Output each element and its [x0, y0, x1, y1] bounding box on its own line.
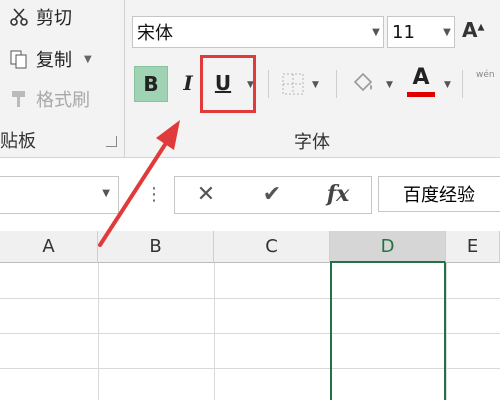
format-painter-icon [8, 88, 30, 110]
font-size-combobox[interactable]: 11 ▼ [387, 16, 455, 48]
insert-function-button[interactable]: fx [322, 178, 354, 210]
font-color-dropdown-arrow[interactable]: ▼ [444, 80, 451, 90]
enter-button[interactable]: ✔ [256, 178, 288, 210]
fill-color-button[interactable] [350, 70, 376, 102]
cancel-button[interactable]: ✕ [190, 178, 222, 210]
chevron-down-icon[interactable]: ▼ [102, 188, 110, 199]
grid-line [98, 263, 99, 400]
selected-column-d[interactable] [330, 263, 446, 400]
toolbar-divider [268, 70, 269, 98]
grow-font-button[interactable]: A▲ [462, 18, 484, 42]
border-button[interactable] [281, 72, 305, 100]
fill-color-icon [350, 72, 376, 102]
name-box[interactable]: ▼ [0, 176, 119, 214]
column-header-e[interactable]: E [446, 231, 500, 263]
cut-label: 剪切 [36, 8, 72, 29]
more-icon[interactable]: ⋮ [145, 184, 163, 205]
copy-dropdown-arrow[interactable]: ▼ [84, 54, 92, 65]
font-name-combobox[interactable]: 宋体 ▼ [132, 16, 384, 48]
format-painter-button[interactable]: 格式刷 [8, 86, 90, 112]
chevron-down-icon[interactable]: ▼ [369, 27, 383, 38]
column-header-a[interactable]: A [0, 231, 98, 263]
font-group-label: 字体 [294, 132, 330, 153]
copy-icon [8, 48, 30, 70]
clipboard-group-label: 贴板 [0, 131, 36, 152]
copy-button[interactable]: 复制 ▼ [8, 46, 92, 72]
ribbon: 剪切 复制 ▼ 格式刷 贴板 宋体 ▼ 11 ▼ A▲ B I U ▼ ▼ ▼ … [0, 0, 500, 158]
font-color-label: A [412, 65, 430, 90]
fill-color-dropdown-arrow[interactable]: ▼ [386, 80, 393, 90]
border-dropdown-arrow[interactable]: ▼ [312, 80, 319, 90]
column-header-b[interactable]: B [98, 231, 214, 263]
formula-input[interactable]: 百度经验 [378, 176, 500, 212]
cut-button[interactable]: 剪切 [8, 4, 72, 30]
column-header-d[interactable]: D [330, 231, 446, 263]
chevron-down-icon[interactable]: ▼ [440, 27, 454, 38]
font-size-value: 11 [392, 21, 415, 43]
font-color-button[interactable]: A [406, 66, 436, 97]
grid-line [446, 263, 447, 400]
toolbar-divider [336, 70, 337, 98]
font-color-bar [407, 92, 435, 97]
group-divider [124, 0, 125, 157]
font-name-value: 宋体 [137, 23, 173, 44]
border-icon [281, 73, 305, 100]
column-header-c[interactable]: C [214, 231, 330, 263]
scissors-icon [8, 6, 30, 28]
grow-font-label: A [462, 18, 478, 42]
copy-label: 复制 [36, 50, 72, 71]
phonetic-label: wén [476, 70, 495, 80]
bold-button[interactable]: B [134, 66, 168, 102]
format-painter-label: 格式刷 [36, 90, 90, 111]
toolbar-divider [462, 70, 463, 98]
dialog-launcher-icon[interactable] [106, 136, 117, 147]
phonetic-button[interactable]: wén [476, 70, 495, 80]
underline-highlight-box [200, 55, 256, 113]
grid-line [214, 263, 215, 400]
